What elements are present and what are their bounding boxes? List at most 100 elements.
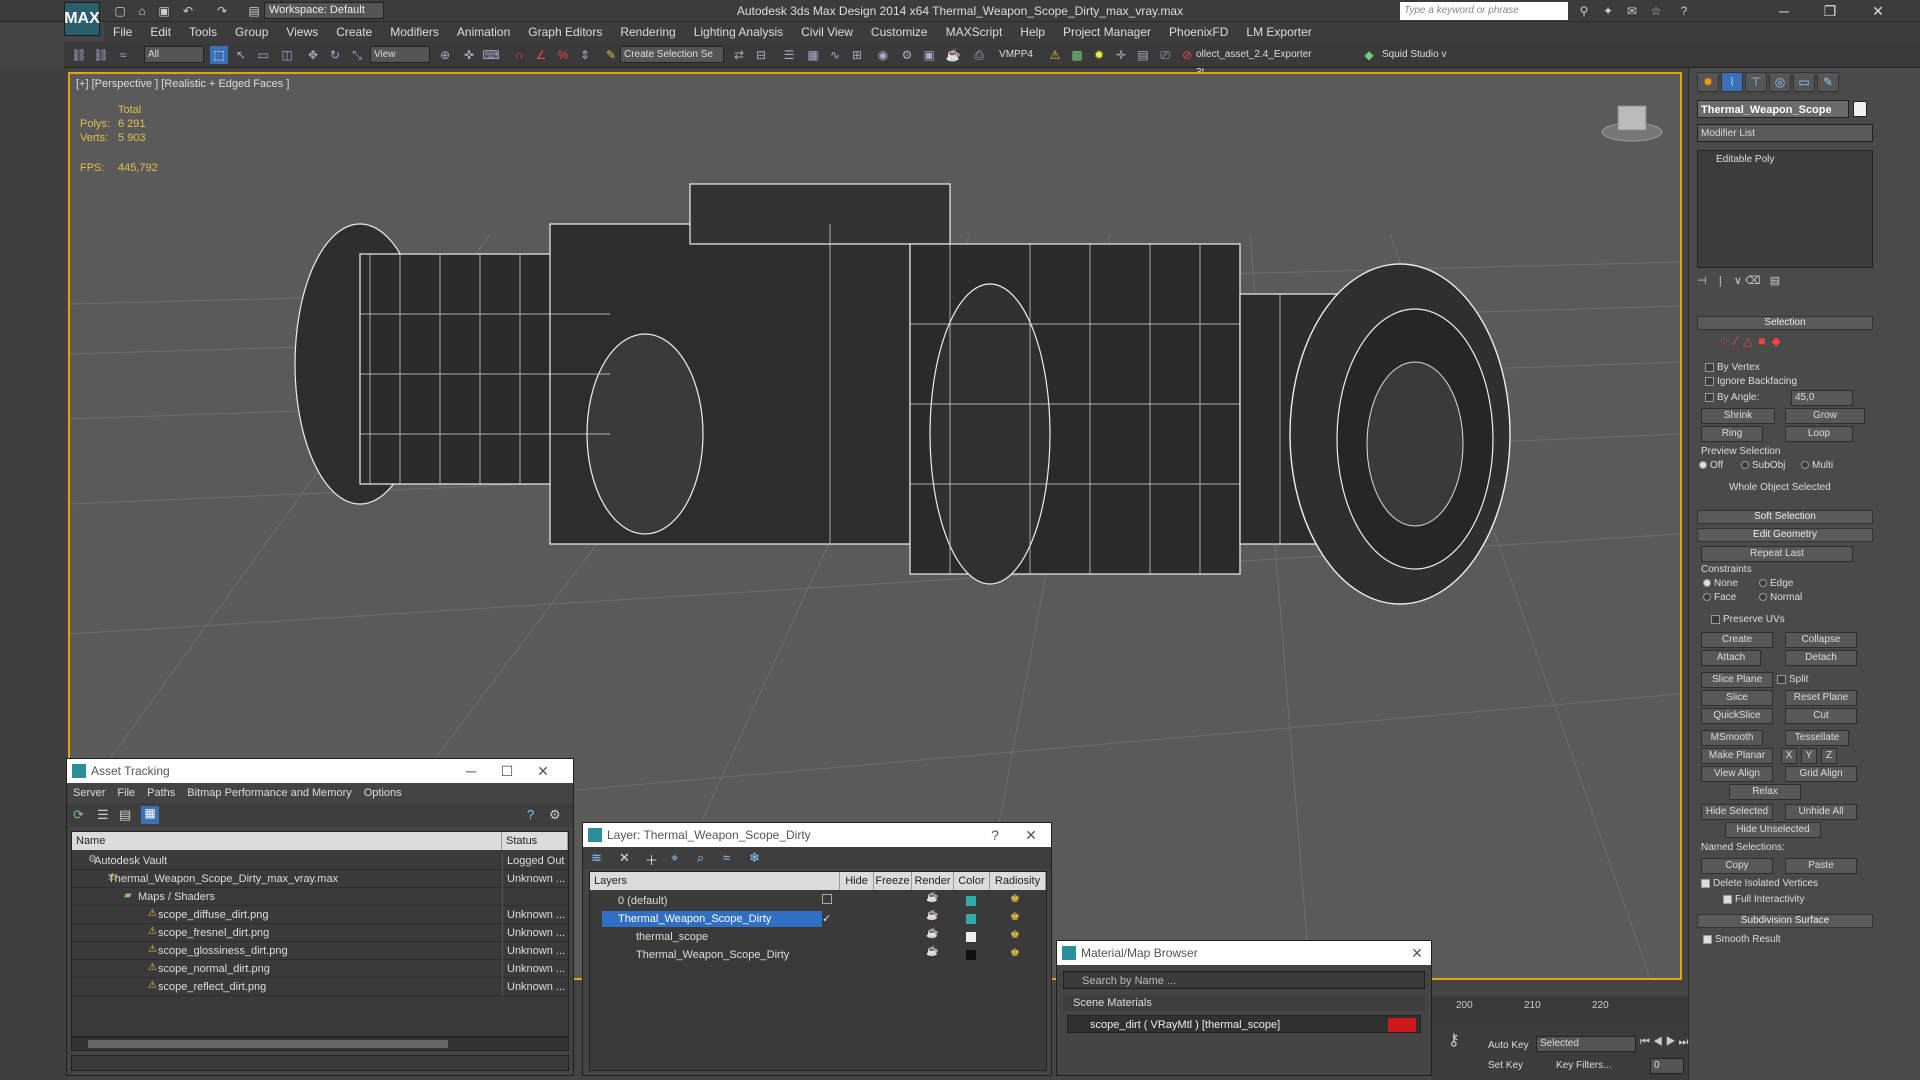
delete-layer-icon[interactable]: ✕ [619, 850, 630, 866]
show-end-result-icon[interactable]: | [1719, 275, 1722, 287]
select-layer-objects-icon[interactable]: ⌖ [671, 850, 678, 866]
scene-materials-group[interactable]: Scene Materials [1063, 995, 1425, 1011]
workspace-dropdown[interactable]: Workspace: Default [264, 2, 384, 19]
asset-col-status[interactable]: Status [502, 832, 568, 850]
constraint-normal-radio[interactable]: Normal [1759, 592, 1802, 603]
camera-icon[interactable]: ⎚ [1156, 46, 1174, 64]
by-angle-checkbox[interactable]: By Angle: [1705, 392, 1759, 403]
rotate-icon[interactable]: ↻ [326, 46, 344, 64]
render-teapot-icon[interactable]: ☕ [926, 892, 938, 903]
repeat-last-button[interactable]: Repeat Last [1701, 546, 1853, 562]
light-icon[interactable]: ✹ [1090, 46, 1108, 64]
asset-settings-icon[interactable]: ⚙ [549, 807, 561, 823]
delete-isolated-checkbox[interactable]: Delete Isolated Vertices [1701, 878, 1818, 889]
scrollbar-thumb[interactable] [88, 1040, 448, 1048]
add-to-layer-icon[interactable]: ＋ [645, 850, 658, 869]
preserve-uvs-checkbox[interactable]: Preserve UVs [1711, 614, 1785, 625]
graphite-ribbon-icon[interactable]: ▦ [804, 46, 822, 64]
binoculars-icon[interactable]: ⚲ [1576, 3, 1592, 19]
bind-space-warp-icon[interactable]: ≈ [114, 46, 132, 64]
full-interactivity-checkbox[interactable]: Full Interactivity [1723, 894, 1804, 905]
open-file-icon[interactable]: ⌂ [134, 3, 150, 19]
render-teapot-icon[interactable]: ☕ [926, 946, 938, 957]
grow-button[interactable]: Grow [1785, 408, 1865, 424]
rendered-frame-icon[interactable]: ▣ [920, 46, 938, 64]
layer-row[interactable]: 0 (default) [590, 892, 1046, 910]
exporter-icon[interactable]: ⊘ [1178, 46, 1196, 64]
exporter-label[interactable]: ollect_asset_2.4_Exporter 3I [1196, 46, 1316, 78]
loop-button[interactable]: Loop [1785, 426, 1853, 442]
reference-coordinate-dropdown[interactable]: View [370, 46, 430, 63]
preview-multi-radio[interactable]: Multi [1801, 460, 1833, 471]
constraint-face-radio[interactable]: Face [1703, 592, 1736, 603]
layer-row[interactable]: Thermal_Weapon_Scope_Dirty ✓ [590, 910, 1046, 928]
layer-col-color[interactable]: Color [954, 872, 990, 890]
unlink-icon[interactable]: ⛓ [92, 46, 110, 64]
asset-menu-server[interactable]: Server [67, 783, 111, 803]
render-setup-icon[interactable]: ⚙ [898, 46, 916, 64]
ring-button[interactable]: Ring [1701, 426, 1763, 442]
material-editor-icon[interactable]: ◉ [874, 46, 892, 64]
active-layer-check-icon[interactable]: ✓ [822, 910, 831, 928]
help-search-input[interactable]: Type a keyword or phrase [1400, 2, 1568, 20]
set-key-button[interactable]: Set Key [1488, 1060, 1523, 1071]
curve-editor-icon[interactable]: ∿ [826, 46, 844, 64]
quickslice-button[interactable]: QuickSlice [1701, 708, 1773, 724]
key-icon[interactable]: ⚷ [1448, 1030, 1460, 1050]
project-folder-icon[interactable]: ▤ [246, 3, 262, 19]
tessellate-button[interactable]: Tessellate [1785, 730, 1849, 746]
planar-x-button[interactable]: X [1781, 748, 1797, 764]
menu-views[interactable]: Views [277, 22, 327, 42]
menu-help[interactable]: Help [1011, 22, 1054, 42]
preview-subobj-radio[interactable]: SubObj [1741, 460, 1785, 471]
stack-item-editable-poly[interactable]: Editable Poly [1700, 153, 1870, 167]
layer-default-toggle[interactable] [822, 894, 832, 904]
object-name-field[interactable]: Thermal_Weapon_Scope [1697, 100, 1849, 118]
radiosity-icon[interactable]: ♚ [1010, 928, 1020, 941]
preview-off-radio[interactable]: Off [1699, 460, 1723, 471]
reset-plane-button[interactable]: Reset Plane [1785, 690, 1857, 706]
menu-lm-exporter[interactable]: LM Exporter [1237, 22, 1320, 42]
menu-tools[interactable]: Tools [180, 22, 226, 42]
select-by-name-icon[interactable]: ↖ [232, 46, 250, 64]
table-row[interactable]: scope_glossiness_dirt.png Unknown ... [72, 942, 568, 960]
slice-button[interactable]: Slice [1701, 690, 1773, 706]
subscription-icon[interactable]: ✦ [1600, 3, 1616, 19]
refresh-icon[interactable]: ⟳ [73, 807, 84, 823]
table-row[interactable]: scope_reflect_dirt.png Unknown ... [72, 978, 568, 996]
angle-spinner[interactable]: 45,0 [1791, 390, 1853, 406]
shrink-button[interactable]: Shrink [1701, 408, 1775, 424]
gizmo-icon[interactable]: ✛ [1112, 46, 1130, 64]
layer-row[interactable]: thermal_scope [590, 928, 1046, 946]
unhide-all-button[interactable]: Unhide All [1785, 804, 1857, 820]
menu-group[interactable]: Group [226, 22, 277, 42]
layer-manager-icon[interactable]: ☰ [780, 46, 798, 64]
table-row[interactable]: scope_fresnel_dirt.png Unknown ... [72, 924, 568, 942]
spinner-snap-icon[interactable]: ⇕ [576, 46, 594, 64]
view-align-button[interactable]: View Align [1701, 766, 1773, 782]
hierarchy-tab-icon[interactable]: ⊤ [1745, 72, 1767, 92]
named-selection-dropdown[interactable]: Create Selection Se [620, 46, 724, 63]
table-row[interactable]: scope_normal_dirt.png Unknown ... [72, 960, 568, 978]
layer-col-freeze[interactable]: Freeze [874, 872, 912, 890]
scale-icon[interactable]: ⤡ [348, 46, 366, 64]
display-tab-icon[interactable]: ▭ [1793, 72, 1815, 92]
material-browser-close-button[interactable]: ✕ [1403, 941, 1431, 965]
render-teapot-icon[interactable]: ☕ [926, 928, 938, 939]
new-layer-icon[interactable]: ≋ [591, 850, 602, 866]
menu-lighting-analysis[interactable]: Lighting Analysis [685, 22, 792, 42]
make-planar-button[interactable]: Make Planar [1701, 748, 1773, 764]
constraint-edge-radio[interactable]: Edge [1759, 578, 1793, 589]
rectangular-selection-icon[interactable]: ▭ [254, 46, 272, 64]
move-icon[interactable]: ✥ [304, 46, 322, 64]
render-teapot-icon[interactable]: ☕ [926, 910, 938, 921]
save-icon[interactable]: ▣ [156, 3, 172, 19]
selection-filter-dropdown[interactable]: All [144, 46, 204, 63]
asset-menu-options[interactable]: Options [358, 783, 408, 803]
highlight-layer-icon[interactable]: ⌕ [697, 850, 704, 866]
asset-close-button[interactable]: ✕ [529, 759, 557, 783]
pin-stack-icon[interactable]: ⊣ [1697, 275, 1707, 287]
snaps-toggle-icon[interactable]: ∩ [510, 46, 528, 64]
asset-menu-bitmap[interactable]: Bitmap Performance and Memory [181, 783, 357, 803]
squid-label[interactable]: Squid Studio v [1382, 46, 1462, 64]
